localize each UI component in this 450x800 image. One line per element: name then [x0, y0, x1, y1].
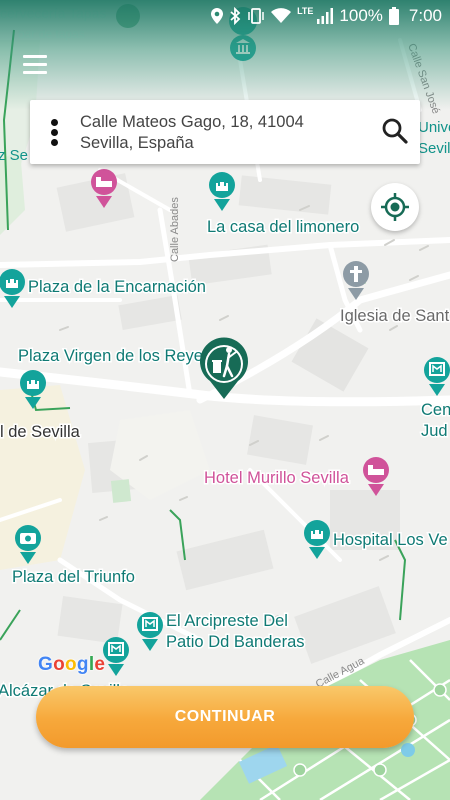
map-label-unive: Unive	[418, 119, 450, 136]
map-label-jud: Jud	[421, 422, 448, 440]
search-icon[interactable]	[380, 116, 410, 146]
map-label-hospital: Hospital Los Ve	[333, 531, 448, 549]
address-line-2: Sevilla, España	[80, 134, 194, 152]
map-label-hotel-murillo: Hotel Murillo Sevilla	[204, 469, 350, 487]
battery-icon	[388, 7, 399, 25]
location-icon	[211, 8, 224, 24]
signal-icon	[317, 8, 334, 24]
address-line-1: Calle Mateos Gago, 18, 41004	[80, 113, 304, 131]
map-label-sevilla-edge: Sevilla	[418, 140, 450, 157]
continue-button-label: CONTINUAR	[174, 708, 276, 725]
clock: 7:00	[408, 6, 442, 25]
vibrate-icon	[248, 8, 264, 24]
map-label-calle-abades: Calle Abades	[169, 197, 181, 262]
battery-percent: 100%	[339, 6, 383, 25]
address-text: Calle Mateos Gago, 18, 41004 Sevilla, Es…	[80, 112, 360, 154]
bluetooth-icon	[230, 7, 241, 25]
status-bar: LTE 100% 7:00	[0, 0, 450, 32]
map-label-catedral: l de Sevilla	[0, 423, 81, 441]
map-label-plaza-virgen: Plaza Virgen de los Reyes	[18, 347, 211, 365]
map-label-cen: Cen	[421, 401, 450, 419]
map-label-plaza-encarnacion: Plaza de la Encarnación	[28, 278, 206, 296]
map-label-iglesia: Iglesia de Sant	[340, 307, 450, 325]
map-label-left-edge: z Se	[0, 147, 28, 164]
address-search-bar[interactable]: Calle Mateos Gago, 18, 41004 Sevilla, Es…	[30, 100, 420, 164]
map-label-casa-limonero: La casa del limonero	[207, 218, 359, 236]
more-options-icon[interactable]	[50, 119, 60, 147]
menu-icon[interactable]	[18, 50, 52, 78]
map-label-arcipreste-2: Patio Dd Banderas	[166, 633, 305, 651]
google-logo: Google	[38, 654, 106, 675]
continue-button[interactable]: CONTINUAR	[36, 686, 414, 748]
gps-target-icon	[381, 193, 409, 221]
network-type: LTE	[297, 6, 314, 16]
map-label-plaza-triunfo: Plaza del Triunfo	[12, 568, 135, 586]
map-label-arcipreste-1: El Arcipreste Del	[166, 612, 288, 630]
wifi-icon	[271, 8, 292, 23]
my-location-button[interactable]	[371, 183, 419, 231]
